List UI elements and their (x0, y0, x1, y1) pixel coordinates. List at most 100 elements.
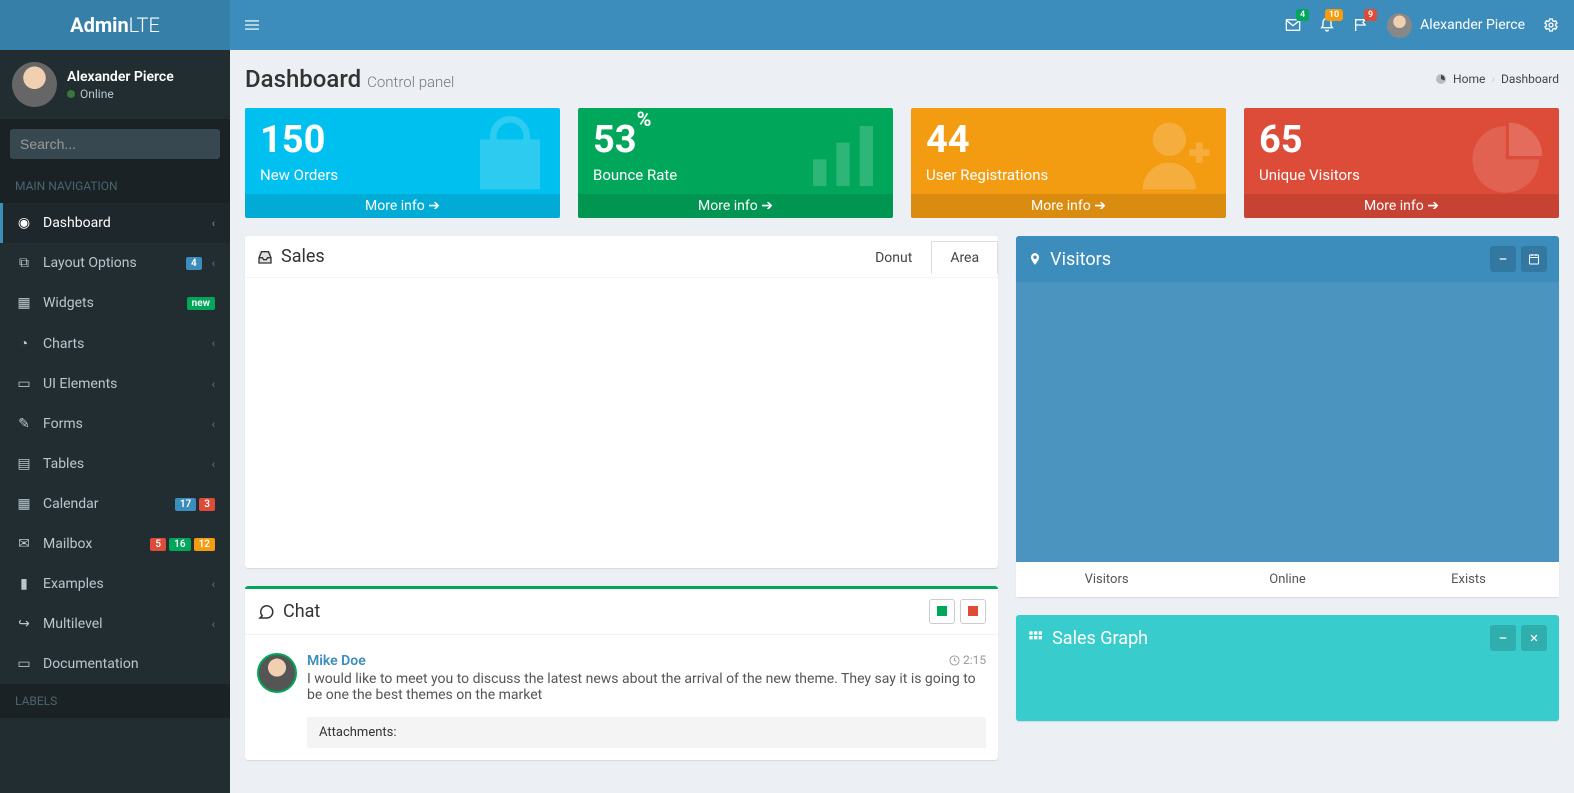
tab-donut[interactable]: Donut (856, 241, 931, 274)
tasks-notif[interactable]: 9 (1353, 17, 1369, 33)
nav-badge: 5 (150, 538, 166, 551)
visitors-title: Visitors (1028, 249, 1111, 270)
nav-badge: 16 (169, 538, 190, 551)
breadcrumb-sep: › (1491, 72, 1495, 86)
stat-more-link[interactable]: More info ➔ (911, 194, 1226, 218)
visitors-stat-visitors[interactable]: Visitors (1016, 562, 1197, 597)
stat-icon (1469, 116, 1549, 196)
nav-label: UI Elements (43, 376, 202, 392)
sidebar-item-multilevel[interactable]: ↪Multilevel‹ (0, 604, 230, 644)
sidebar-item-charts[interactable]: ◔Charts‹ (0, 323, 230, 364)
chat-status-online-button[interactable] (929, 599, 955, 624)
settings-button[interactable] (1543, 17, 1559, 33)
messages-badge: 4 (1296, 9, 1309, 21)
chevron-left-icon: ‹ (212, 418, 215, 431)
chevron-left-icon: ‹ (212, 378, 215, 391)
nav-label: Layout Options (43, 255, 176, 271)
chat-sender[interactable]: Mike Doe (307, 653, 366, 669)
sidebar-item-widgets[interactable]: ▦Widgetsnew (0, 283, 230, 323)
salesgraph-close-button[interactable] (1521, 625, 1547, 651)
stat-row: 150New OrdersMore info ➔53%Bounce RateMo… (245, 108, 1559, 218)
nav-icon: ▤ (15, 456, 33, 472)
chat-avatar[interactable] (257, 653, 297, 693)
sidebar-item-examples[interactable]: ▮Examples‹ (0, 564, 230, 604)
chevron-left-icon: ‹ (212, 217, 215, 230)
visitors-stat-online[interactable]: Online (1197, 562, 1378, 597)
breadcrumb-current: Dashboard (1501, 72, 1559, 86)
menu-toggle[interactable] (245, 18, 259, 32)
stat-box-unique-visitors: 65Unique VisitorsMore info ➔ (1244, 108, 1559, 218)
nav-icon: ▭ (15, 376, 33, 392)
chevron-left-icon: ‹ (212, 458, 215, 471)
stat-more-link[interactable]: More info ➔ (1244, 194, 1559, 218)
alerts-badge: 10 (1325, 9, 1343, 21)
close-icon (1529, 633, 1539, 643)
nav-badge: 4 (186, 257, 202, 270)
nav-label: Forms (43, 416, 202, 432)
sidebar-item-calendar[interactable]: ▦Calendar173 (0, 484, 230, 524)
sidebar-item-forms[interactable]: ✎Forms‹ (0, 404, 230, 444)
stat-more-link[interactable]: More info ➔ (578, 194, 893, 218)
inbox-icon (257, 249, 273, 265)
search-button[interactable] (211, 129, 220, 159)
nav-icon: ◔ (15, 335, 33, 352)
square-red-icon (968, 606, 978, 616)
topbar-username: Alexander Pierce (1420, 17, 1525, 33)
user-panel: Alexander Pierce Online (0, 50, 230, 119)
topbar-user[interactable]: Alexander Pierce (1387, 13, 1525, 38)
visitors-collapse-button[interactable] (1490, 246, 1516, 272)
sidebar-item-ui-elements[interactable]: ▭ UI Elements ‹ (0, 364, 230, 404)
salesgraph-box: Sales Graph (1016, 615, 1559, 721)
nav-label: Examples (43, 576, 202, 592)
chevron-left-icon: ‹ (212, 257, 215, 270)
sales-tabs: Donut Area (856, 240, 998, 273)
sidebar-item-documentation[interactable]: ▭ Documentation (0, 644, 230, 684)
stat-more-link[interactable]: More info ➔ (245, 194, 560, 218)
user-status[interactable]: Online (67, 87, 174, 101)
breadcrumb-home[interactable]: Home (1453, 72, 1485, 86)
messages-notif[interactable]: 4 (1285, 17, 1301, 33)
alerts-notif[interactable]: 10 (1319, 17, 1335, 33)
stat-box-new-orders: 150New OrdersMore info ➔ (245, 108, 560, 218)
sidebar-nav: ◉Dashboard‹⧉Layout Options4‹▦Widgetsnew◔… (0, 203, 230, 684)
nav-icon: ◉ (15, 215, 33, 231)
nav-label: Documentation (43, 656, 215, 672)
sidebar-item-mailbox[interactable]: ✉Mailbox51612 (0, 524, 230, 564)
tab-area[interactable]: Area (931, 241, 998, 274)
stat-icon (1136, 116, 1216, 196)
chevron-left-icon: ‹ (212, 578, 215, 591)
nav-icon: ✉ (15, 536, 33, 552)
nav-icon: ▭ (15, 656, 33, 672)
sidebar-item-dashboard[interactable]: ◉Dashboard‹ (0, 203, 230, 243)
user-name: Alexander Pierce (67, 69, 174, 85)
brand-logo[interactable]: AdminLTE (0, 0, 230, 50)
visitors-stat-exists[interactable]: Exists (1378, 562, 1559, 597)
nav-header: MAIN NAVIGATION (0, 169, 230, 203)
sidebar-search (0, 119, 230, 169)
arrow-circle-icon: ➔ (428, 198, 440, 214)
sidebar-item-tables[interactable]: ▤ Tables ‹ (0, 444, 230, 484)
nav-badge: 12 (194, 538, 215, 551)
salesgraph-collapse-button[interactable] (1490, 625, 1516, 651)
nav-badge: 17 (175, 498, 196, 511)
visitors-map[interactable] (1016, 282, 1559, 562)
clock-icon (949, 655, 960, 666)
square-green-icon (937, 606, 947, 616)
user-avatar[interactable] (12, 62, 57, 107)
labels-header: LABELS (0, 684, 230, 718)
gear-icon (1543, 17, 1559, 33)
visitors-calendar-button[interactable] (1521, 246, 1547, 272)
page-subtitle: Control panel (367, 73, 454, 91)
sales-title: Sales (257, 236, 325, 277)
minus-icon (1498, 254, 1508, 264)
salesgraph-body (1016, 661, 1559, 721)
nav-label: Tables (43, 456, 202, 472)
chat-status-busy-button[interactable] (960, 599, 986, 624)
brand-light: LTE (129, 13, 160, 37)
search-input[interactable] (10, 129, 211, 159)
visitors-footer: Visitors Online Exists (1016, 562, 1559, 597)
stat-icon (470, 116, 550, 196)
page-title: DashboardControl panel (245, 65, 454, 93)
sidebar-item-layout-options[interactable]: ⧉Layout Options4‹ (0, 243, 230, 283)
nav-label: Multilevel (43, 616, 202, 632)
